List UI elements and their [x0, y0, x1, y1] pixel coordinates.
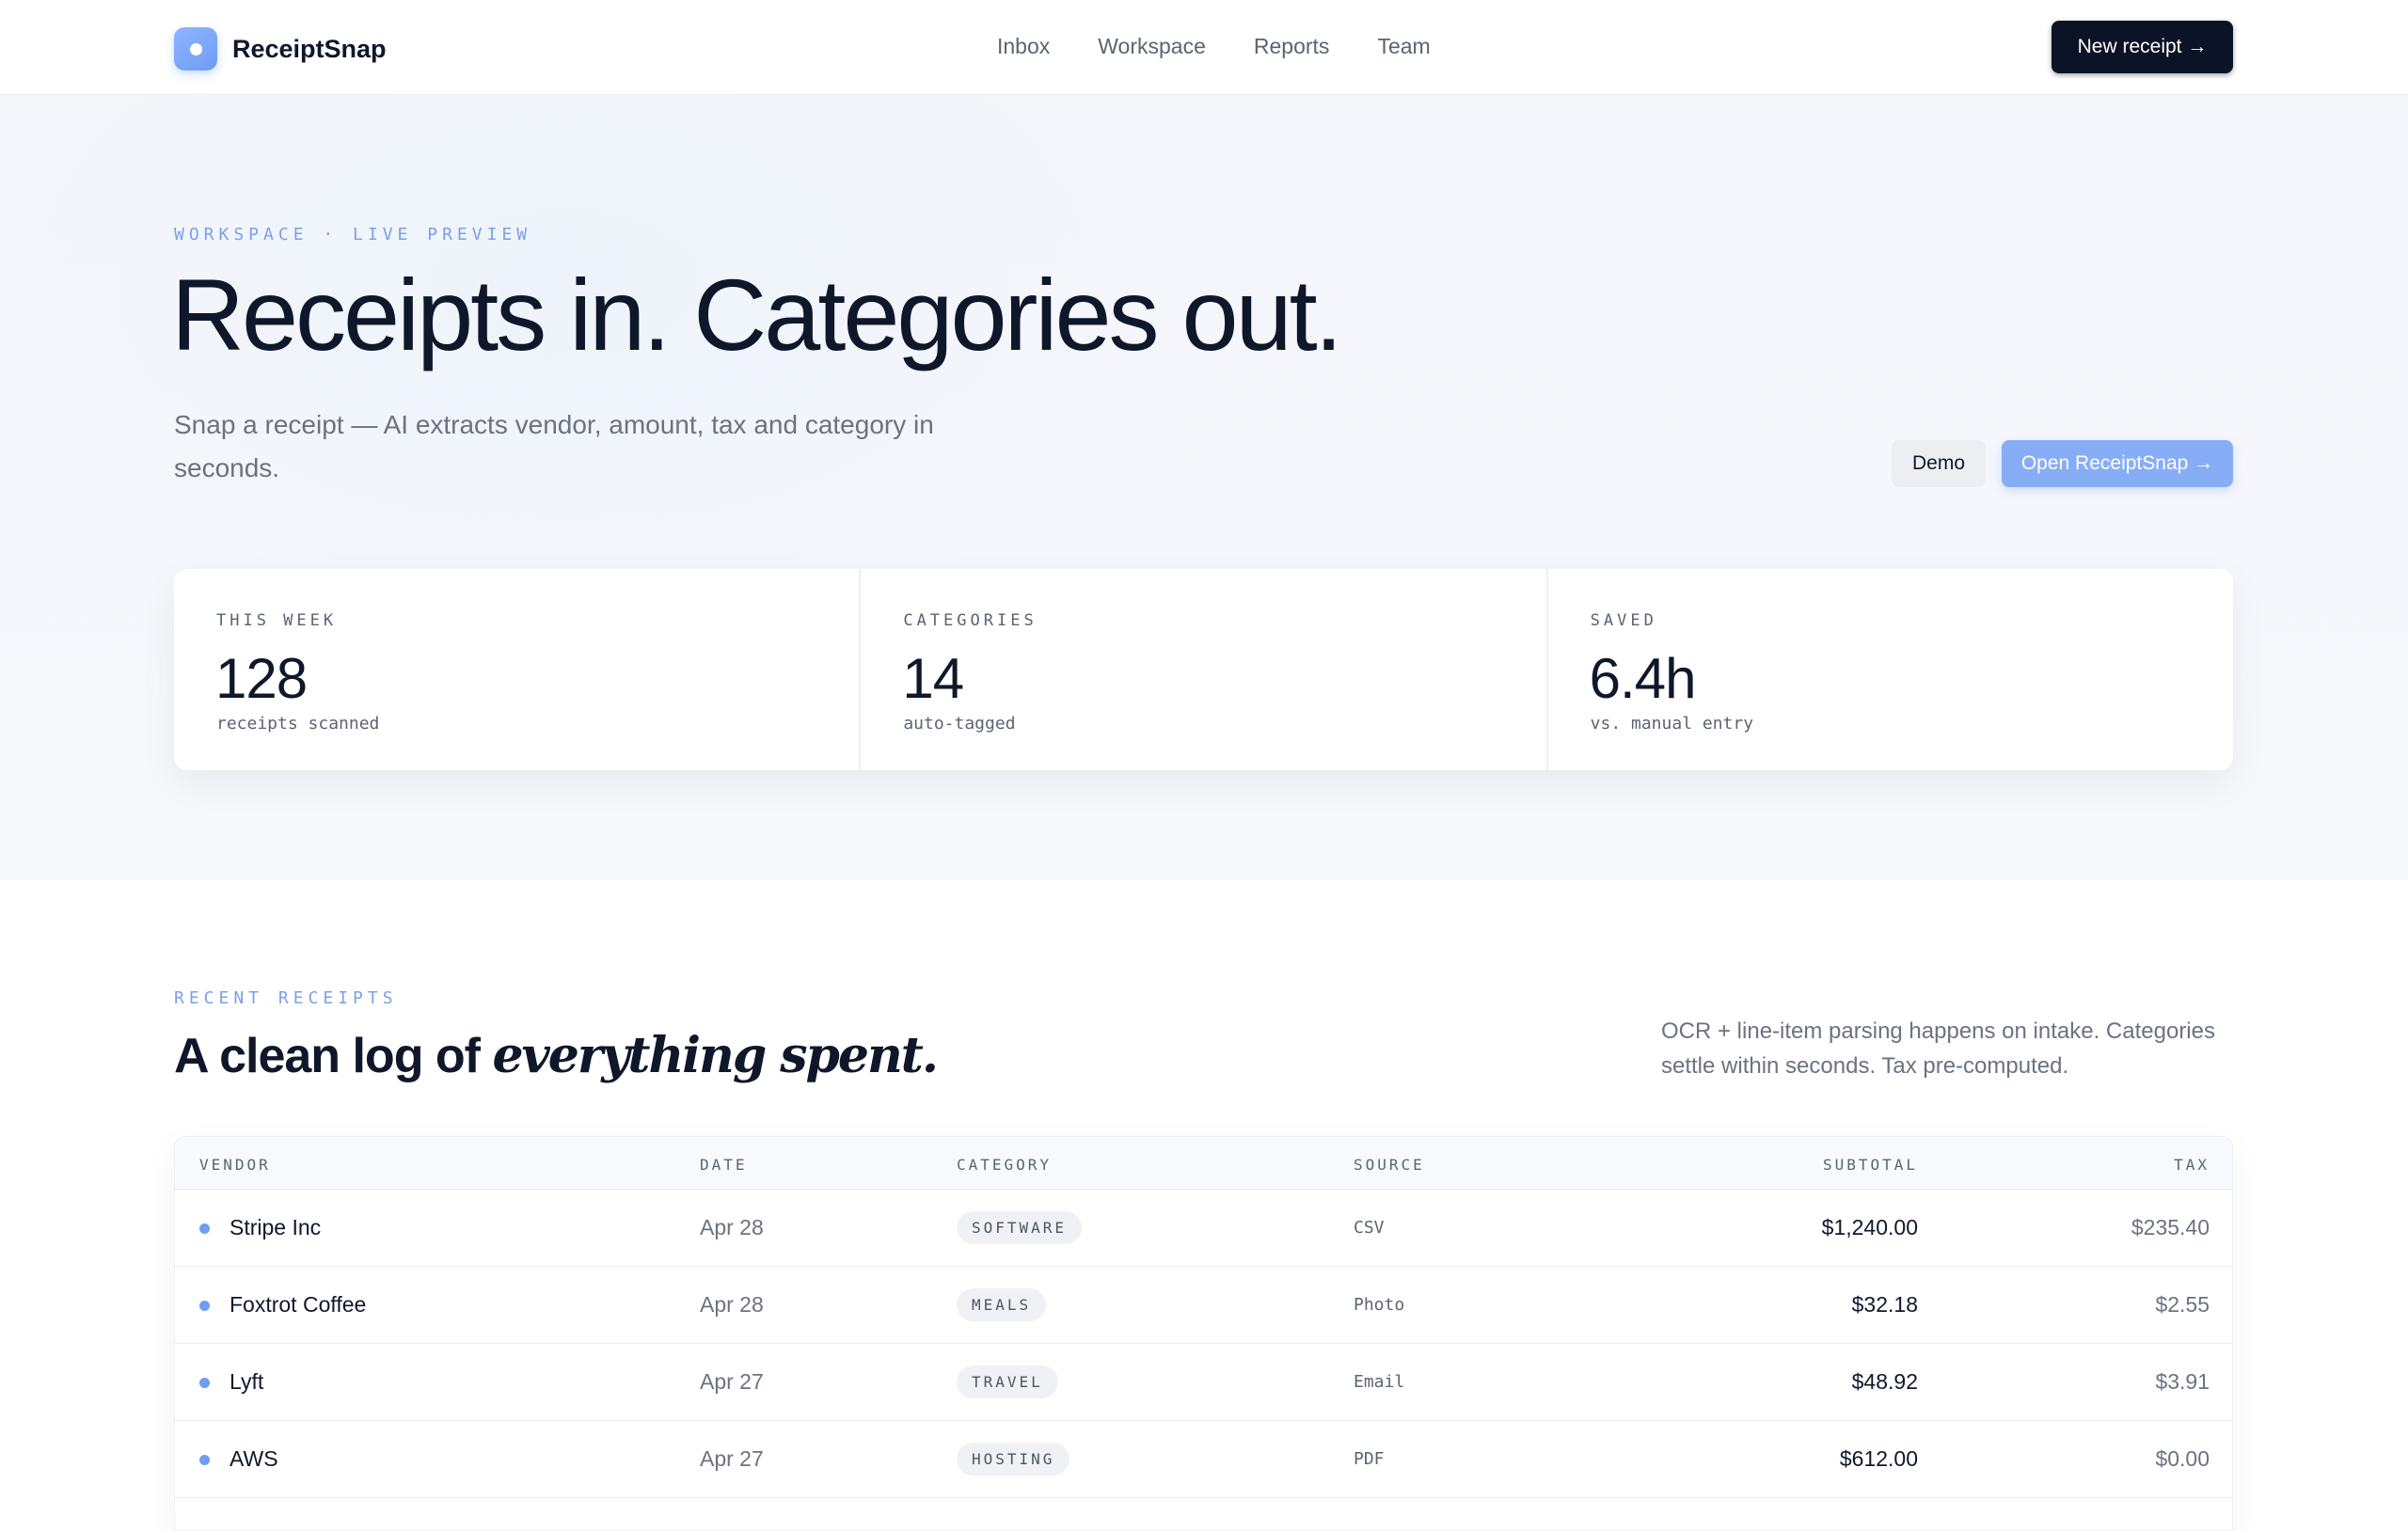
- nav-link-workspace[interactable]: Workspace: [1098, 34, 1206, 59]
- vendor-cell: Lyft: [230, 1369, 264, 1394]
- category-tag: HOSTING: [957, 1443, 1070, 1476]
- col-category[interactable]: CATEGORY: [957, 1156, 1052, 1174]
- subtotal-cell: $48.92: [1851, 1369, 1918, 1394]
- new-receipt-button[interactable]: New receipt →: [2052, 21, 2233, 73]
- stats-card: THIS WEEK 128 receipts scanned CATEGORIE…: [174, 569, 2233, 770]
- status-dot-icon: [199, 1223, 210, 1234]
- source-cell: CSV: [1354, 1218, 1385, 1238]
- stat-label: CATEGORIES: [903, 611, 1038, 630]
- table-header: VENDOR DATE CATEGORY SOURCE SUBTOTAL TAX: [175, 1137, 2232, 1190]
- table-row[interactable]: AWS Apr 27 HOSTING PDF $612.00 $0.00: [175, 1421, 2232, 1498]
- table-row[interactable]: Foxtrot Coffee Apr 28 MEALS Photo $32.18…: [175, 1267, 2232, 1344]
- hero-eyebrow: WORKSPACE · LIVE PREVIEW: [174, 225, 532, 245]
- stat-value: 6.4h: [1589, 647, 1697, 710]
- date-cell: Apr 28: [700, 1215, 764, 1239]
- vendor-cell: Foxtrot Coffee: [230, 1292, 367, 1317]
- table-row[interactable]: Stripe Inc Apr 28 SOFTWARE CSV $1,240.00…: [175, 1190, 2232, 1267]
- category-tag: MEALS: [957, 1288, 1047, 1321]
- nav-link-team[interactable]: Team: [1377, 34, 1430, 59]
- tax-cell: $2.55: [2155, 1292, 2210, 1317]
- demo-button[interactable]: Demo: [1892, 440, 1986, 487]
- source-cell: Photo: [1354, 1295, 1405, 1315]
- status-dot-icon: [199, 1455, 210, 1465]
- stat-saved: SAVED 6.4h vs. manual entry: [1548, 569, 2233, 770]
- recent-title: A clean log of everything spent.: [174, 1027, 939, 1084]
- status-dot-icon: [199, 1301, 210, 1311]
- table-row[interactable]: Lyft Apr 27 TRAVEL Email $48.92 $3.91: [175, 1344, 2232, 1421]
- recent-eyebrow: RECENT RECEIPTS: [174, 988, 398, 1008]
- open-app-button[interactable]: Open ReceiptSnap →: [2002, 440, 2233, 487]
- hero-title: Receipts in. Categories out.: [171, 258, 1343, 371]
- hero-subtitle: Snap a receipt — AI extracts vendor, amo…: [174, 410, 934, 482]
- recent-title-plain: A clean log of: [174, 1029, 493, 1083]
- col-tax[interactable]: TAX: [2174, 1156, 2210, 1174]
- hero-section: WORKSPACE · LIVE PREVIEW Receipts in. Ca…: [0, 95, 2408, 880]
- stat-note: vs. manual entry: [1590, 714, 1754, 734]
- col-date[interactable]: DATE: [700, 1156, 748, 1174]
- source-cell: PDF: [1354, 1449, 1385, 1469]
- category-tag: SOFTWARE: [957, 1211, 1083, 1244]
- recent-note: OCR + line-item parsing happens on intak…: [1661, 1018, 2215, 1079]
- col-vendor[interactable]: VENDOR: [199, 1156, 271, 1174]
- date-cell: Apr 28: [700, 1292, 764, 1317]
- stat-value: 128: [215, 647, 308, 710]
- tax-cell: $3.91: [2155, 1369, 2210, 1394]
- vendor-cell: Stripe Inc: [230, 1215, 322, 1239]
- date-cell: Apr 27: [700, 1446, 764, 1471]
- stat-label: THIS WEEK: [216, 611, 338, 630]
- recent-title-italic: everything spent.: [492, 1027, 938, 1084]
- top-nav: ReceiptSnap Inbox Workspace Reports Team…: [0, 0, 2408, 95]
- subtotal-cell: $1,240.00: [1821, 1215, 1918, 1239]
- stat-this-week: THIS WEEK 128 receipts scanned: [174, 569, 862, 770]
- category-tag: TRAVEL: [957, 1365, 1058, 1398]
- stat-categories: CATEGORIES 14 auto-tagged: [861, 569, 1548, 770]
- tax-cell: $235.40: [2131, 1215, 2210, 1239]
- stat-label: SAVED: [1590, 611, 1657, 630]
- brand-name: ReceiptSnap: [232, 34, 387, 63]
- subtotal-cell: $32.18: [1851, 1292, 1918, 1317]
- stat-value: 14: [902, 647, 964, 710]
- col-subtotal[interactable]: SUBTOTAL: [1823, 1156, 1918, 1174]
- brand-logo[interactable]: ReceiptSnap: [174, 27, 387, 71]
- stat-note: receipts scanned: [216, 714, 380, 734]
- stat-note: auto-tagged: [903, 714, 1016, 734]
- source-cell: Email: [1354, 1372, 1405, 1392]
- col-source[interactable]: SOURCE: [1354, 1156, 1425, 1174]
- nav-link-inbox[interactable]: Inbox: [997, 34, 1050, 59]
- status-dot-icon: [199, 1378, 210, 1388]
- date-cell: Apr 27: [700, 1369, 764, 1394]
- nav-links: Inbox Workspace Reports Team: [997, 34, 1479, 59]
- receipts-table: VENDOR DATE CATEGORY SOURCE SUBTOTAL TAX…: [174, 1136, 2233, 1531]
- subtotal-cell: $612.00: [1839, 1446, 1918, 1471]
- receipt-logo-icon: [174, 27, 217, 71]
- vendor-cell: AWS: [230, 1446, 278, 1471]
- nav-link-reports[interactable]: Reports: [1254, 34, 1330, 59]
- tax-cell: $0.00: [2155, 1446, 2210, 1471]
